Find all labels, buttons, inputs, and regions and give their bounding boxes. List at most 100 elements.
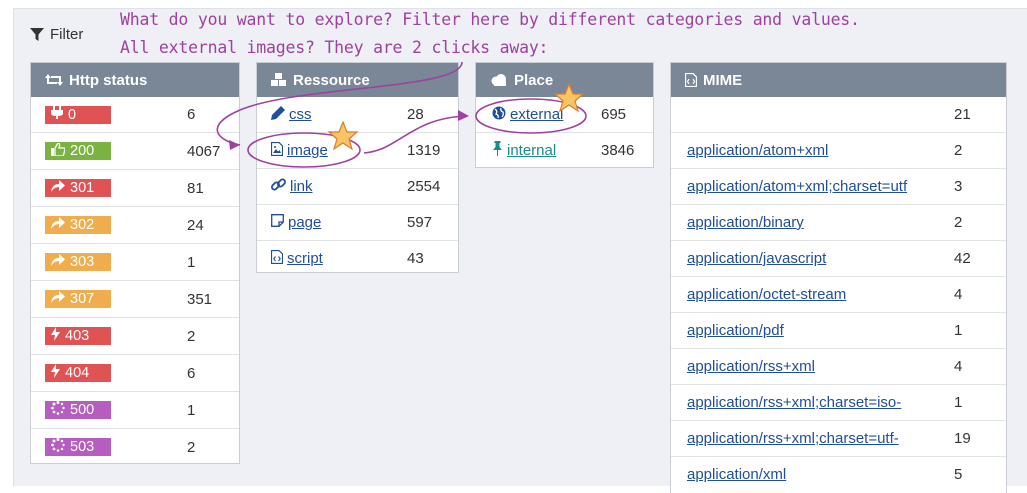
- mime-link[interactable]: application/atom+xml;charset=utf: [687, 178, 907, 195]
- status-badge-302[interactable]: 302: [45, 216, 111, 234]
- mime-row: application/atom+xml 2: [671, 132, 1006, 168]
- ressource-count: 597: [407, 214, 433, 231]
- place-count: 3846: [601, 142, 635, 159]
- place-link-internal[interactable]: internal: [492, 141, 556, 160]
- status-badge-307[interactable]: 307: [45, 290, 111, 308]
- mime-link[interactable]: application/javascript: [687, 250, 826, 267]
- filter-toggle[interactable]: Filter: [30, 26, 83, 43]
- ressource-row: link 2554: [257, 168, 458, 204]
- cloud-icon: [491, 74, 506, 86]
- ressource-link-link[interactable]: link: [271, 177, 313, 196]
- status-code: 500: [70, 402, 95, 418]
- http-status-row[interactable]: 307 351: [31, 280, 239, 317]
- http-status-row[interactable]: 500 1: [31, 391, 239, 428]
- http-status-row[interactable]: 302 24: [31, 206, 239, 243]
- http-status-header: Http status: [31, 63, 239, 97]
- mime-count: 19: [954, 430, 971, 447]
- ressource-link-image[interactable]: image: [270, 141, 328, 160]
- http-status-row[interactable]: 301 81: [31, 169, 239, 206]
- ressource-link-css[interactable]: css: [271, 105, 312, 124]
- spinner-icon: [51, 438, 65, 456]
- place-header: Place: [476, 63, 653, 97]
- mime-row: application/rss+xml;charset=iso- 1: [671, 384, 1006, 420]
- bolt-icon: [51, 364, 60, 382]
- thumbs-up-icon: [51, 141, 66, 160]
- share-arrow-icon: [51, 217, 65, 233]
- mime-link[interactable]: application/xml: [687, 466, 786, 483]
- share-arrow-icon: [51, 291, 65, 307]
- filter-label: Filter: [50, 26, 84, 43]
- place-row: external 695: [476, 97, 653, 132]
- mime-row: application/binary 2: [671, 204, 1006, 240]
- ressource-row: css 28: [257, 97, 458, 132]
- mime-link[interactable]: application/rss+xml;charset=utf-: [687, 430, 899, 447]
- http-status-row[interactable]: 404 6: [31, 354, 239, 391]
- status-count: 81: [187, 179, 204, 197]
- status-code: 307: [70, 291, 95, 307]
- status-code: 503: [70, 439, 95, 455]
- status-badge-403[interactable]: 403: [45, 327, 111, 345]
- funnel-icon: [30, 27, 44, 41]
- mime-row: application/rss+xml;charset=utf- 19: [671, 420, 1006, 456]
- status-badge-200[interactable]: 200: [45, 141, 111, 160]
- mime-count: 2: [954, 214, 963, 231]
- status-code: 302: [70, 217, 95, 233]
- status-count: 1: [187, 401, 196, 419]
- ressource-row: script 43: [257, 240, 458, 276]
- mime-panel: MIME 21 application/atom+xml 2 application/…: [670, 62, 1007, 493]
- status-badge-301[interactable]: 301: [45, 179, 111, 197]
- mime-row: application/xml 5: [671, 456, 1006, 492]
- http-status-row[interactable]: 503 2: [31, 428, 239, 465]
- http-status-panel: Http status 0 6 200 4067 301 81 302 24 303 1 307 35…: [30, 62, 240, 464]
- http-status-row[interactable]: 303 1: [31, 243, 239, 280]
- status-code: 403: [65, 328, 90, 344]
- place-title: Place: [514, 71, 554, 89]
- mime-count: 1: [954, 394, 963, 411]
- status-badge-500[interactable]: 500: [45, 401, 111, 419]
- status-badge-0[interactable]: 0: [45, 105, 111, 124]
- place-row: internal 3846: [476, 132, 653, 168]
- ressource-title: Ressource: [293, 71, 370, 89]
- http-status-row[interactable]: 200 4067: [31, 132, 239, 169]
- mime-count: 2: [954, 142, 963, 159]
- status-count: 6: [187, 106, 196, 123]
- cubes-icon: [271, 73, 286, 86]
- place-label: internal: [507, 142, 557, 159]
- code-file-icon: [270, 249, 284, 268]
- status-code: 404: [65, 365, 90, 381]
- ressource-panel: Ressource css 28 image 1319 link 2554 page 597 s…: [256, 62, 459, 273]
- status-count: 2: [187, 327, 196, 345]
- mime-link[interactable]: application/pdf: [687, 322, 784, 339]
- retweet-icon: [45, 74, 63, 86]
- ressource-link-script[interactable]: script: [270, 249, 323, 268]
- share-arrow-icon: [51, 180, 65, 196]
- mime-count: 5: [954, 466, 963, 483]
- status-badge-303[interactable]: 303: [45, 253, 111, 271]
- ressource-label: script: [287, 250, 323, 267]
- page-icon: [271, 214, 284, 231]
- place-link-external[interactable]: external: [492, 106, 563, 124]
- status-code: 301: [70, 180, 95, 196]
- annotation-line-1: What do you want to explore? Filter here…: [120, 10, 860, 29]
- http-status-row[interactable]: 06: [31, 97, 239, 132]
- mime-link[interactable]: application/atom+xml: [687, 142, 828, 159]
- mime-count: 21: [954, 106, 971, 123]
- ressource-row: page 597: [257, 204, 458, 240]
- mime-count: 3: [954, 178, 963, 195]
- status-code: 0: [68, 106, 77, 123]
- mime-row: application/rss+xml 4: [671, 348, 1006, 384]
- mime-count: 1: [954, 322, 963, 339]
- http-status-row[interactable]: 403 2: [31, 317, 239, 354]
- status-badge-503[interactable]: 503: [45, 438, 111, 456]
- share-arrow-icon: [51, 254, 65, 270]
- status-badge-404[interactable]: 404: [45, 364, 111, 382]
- mime-link[interactable]: application/binary: [687, 214, 804, 231]
- mime-link[interactable]: application/octet-stream: [687, 286, 846, 303]
- mime-link[interactable]: application/rss+xml: [687, 358, 815, 375]
- status-count: 1: [187, 253, 196, 271]
- mime-link[interactable]: application/rss+xml;charset=iso-: [687, 394, 901, 411]
- image-file-icon: [270, 141, 284, 160]
- ressource-link-page[interactable]: page: [271, 214, 321, 231]
- status-count: 24: [187, 216, 204, 234]
- status-count: 4067: [187, 142, 221, 160]
